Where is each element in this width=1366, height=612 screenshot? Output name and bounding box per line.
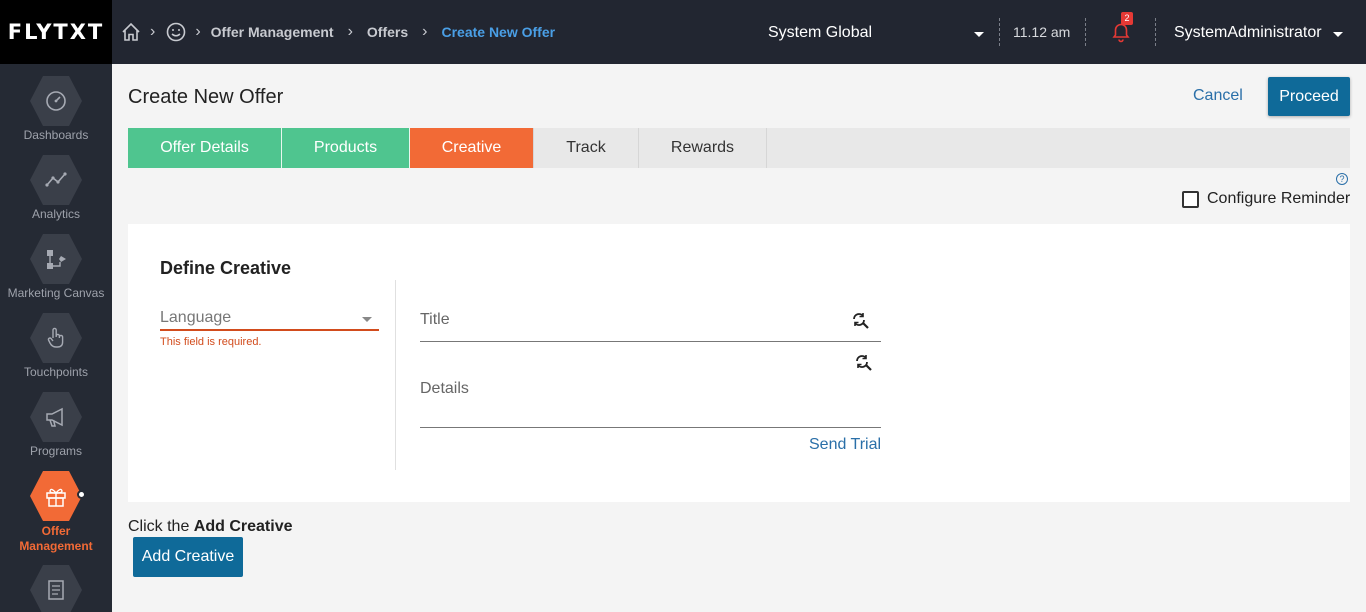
search-refresh-icon[interactable] <box>851 311 871 336</box>
breadcrumb-offer-management[interactable]: Offer Management <box>211 24 334 40</box>
chevron-right-icon: › <box>195 23 201 40</box>
configure-reminder-label: Configure Reminder <box>1207 190 1351 207</box>
wizard-tabs: Offer Details Products Creative Track Re… <box>128 128 1350 168</box>
add-creative-button[interactable]: Add Creative <box>133 537 243 577</box>
divider <box>1085 18 1086 46</box>
home-icon[interactable] <box>120 21 142 43</box>
title-field[interactable]: Title <box>420 280 881 342</box>
analytics-line-icon <box>30 155 82 205</box>
tab-products[interactable]: Products <box>282 128 410 168</box>
language-placeholder: Language <box>160 309 232 326</box>
breadcrumb-offers[interactable]: Offers <box>367 24 408 40</box>
breadcrumb-create-new-offer: Create New Offer <box>441 24 556 40</box>
sidebar-item-label: Touchpoints <box>23 365 89 379</box>
sidebar-item-label: Dashboards <box>23 128 89 142</box>
details-field[interactable]: Details <box>420 353 881 428</box>
chevron-down-icon[interactable] <box>974 32 984 37</box>
chevron-right-icon: › <box>347 23 353 40</box>
help-icon[interactable]: ? <box>1336 173 1348 185</box>
cancel-button[interactable]: Cancel <box>1193 87 1243 105</box>
top-bar: FLYTXT › › Offer Management › Offers › C… <box>0 0 1366 64</box>
chevron-down-icon <box>362 317 372 322</box>
search-refresh-icon[interactable] <box>854 353 874 378</box>
chevron-down-icon[interactable] <box>1333 32 1343 37</box>
sidebar-item-label: Offer Management <box>19 524 93 553</box>
divider <box>395 280 396 470</box>
tab-offer-details[interactable]: Offer Details <box>128 128 282 168</box>
hand-touch-icon <box>30 313 82 363</box>
proceed-button[interactable]: Proceed <box>1268 77 1350 116</box>
chevron-right-icon: › <box>422 23 428 40</box>
user-menu[interactable]: SystemAdministrator <box>1174 24 1322 42</box>
breadcrumb: › › Offer Management › Offers › Create N… <box>120 20 555 44</box>
details-label: Details <box>420 380 469 397</box>
add-creative-hint: Click the Add Creative <box>128 518 293 536</box>
smiley-icon[interactable] <box>165 21 187 43</box>
divider <box>999 18 1000 46</box>
page-title: Create New Offer <box>128 86 284 108</box>
main-content: Create New Offer Cancel Proceed Offer De… <box>112 64 1366 612</box>
title-label: Title <box>420 311 450 328</box>
gauge-icon <box>30 76 82 126</box>
chevron-right-icon: › <box>150 23 156 40</box>
send-trial-link[interactable]: Send Trial <box>809 436 881 454</box>
divider <box>1155 18 1156 46</box>
sidebar-item-label: Programs <box>29 444 82 458</box>
configure-reminder[interactable]: Configure Reminder <box>1182 190 1350 208</box>
clock-time: 11.12 am <box>1013 24 1071 40</box>
active-indicator <box>77 490 86 499</box>
context-selector[interactable]: System Global <box>768 24 872 42</box>
section-title: Define Creative <box>160 258 292 278</box>
flytxt-logo[interactable]: FLYTXT <box>0 0 112 64</box>
hint-bold: Add Creative <box>193 518 293 535</box>
document-icon <box>30 565 82 612</box>
language-select[interactable]: Language <box>160 309 379 331</box>
tab-track[interactable]: Track <box>534 128 639 168</box>
sidebar: Dashboards Analytics Marketing Canvas To… <box>0 64 112 612</box>
notification-badge: 2 <box>1121 12 1133 25</box>
gift-icon <box>30 471 82 521</box>
configure-reminder-checkbox[interactable] <box>1182 190 1199 208</box>
canvas-flow-icon <box>30 234 82 284</box>
sidebar-item-label: Marketing Canvas <box>7 286 105 300</box>
hint-prefix: Click the <box>128 518 194 535</box>
language-error: This field is required. <box>160 336 262 348</box>
define-creative-card: Define Creative Language This field is r… <box>128 224 1350 502</box>
tab-creative[interactable]: Creative <box>410 128 534 168</box>
sidebar-item-label: Analytics <box>31 207 81 221</box>
tab-rewards[interactable]: Rewards <box>639 128 767 168</box>
megaphone-icon <box>30 392 82 442</box>
